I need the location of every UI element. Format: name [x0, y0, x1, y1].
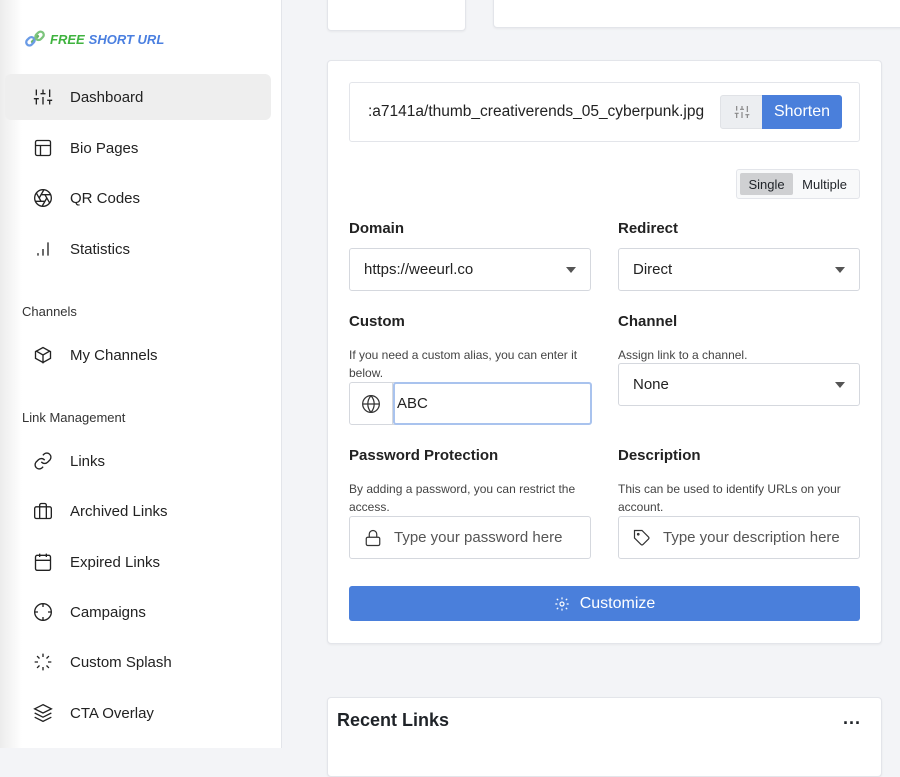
mode-multiple[interactable]: Multiple: [793, 173, 856, 195]
mode-single[interactable]: Single: [740, 173, 794, 195]
sidebar-item-dashboard[interactable]: Dashboard: [5, 74, 271, 120]
lock-icon: [365, 529, 381, 546]
recent-links-title: Recent Links: [337, 710, 450, 730]
url-input[interactable]: :a7141a/thumb_creativerends_05_cyberpunk…: [368, 103, 704, 121]
password-help: By adding a password, you can restrict t…: [349, 482, 576, 514]
shorten-form-card: :a7141a/thumb_creativerends_05_cyberpunk…: [327, 60, 882, 644]
sidebar-item-cta-overlay[interactable]: CTA Overlay: [5, 690, 271, 736]
password-placeholder: Type your password here: [394, 529, 563, 546]
sidebar-item-statistics[interactable]: Statistics: [5, 226, 271, 272]
sidebar-item-my-channels[interactable]: My Channels: [5, 332, 271, 378]
link-icon: [34, 452, 52, 470]
recent-links-card: Recent Links ...: [327, 697, 882, 777]
top-chart-card: [493, 0, 900, 28]
chevron-down-icon: [566, 267, 576, 273]
top-stat-card: [327, 0, 466, 31]
more-menu-icon[interactable]: ...: [843, 708, 861, 729]
custom-input-group: ABC: [349, 382, 592, 425]
sidebar-item-label: Campaigns: [70, 603, 146, 621]
sidebar-item-custom-splash[interactable]: Custom Splash: [5, 639, 271, 685]
tag-icon: [633, 529, 650, 545]
sidebar-item-campaigns[interactable]: Campaigns: [5, 589, 271, 635]
channel-value: None: [633, 376, 669, 393]
sidebar-item-label: Bio Pages: [70, 139, 139, 157]
chevron-down-icon: [835, 267, 845, 273]
logo-word1: FREE: [50, 31, 85, 47]
redirect-select[interactable]: Direct: [618, 248, 860, 291]
channel-select[interactable]: None: [618, 363, 860, 406]
mode-toggle: Single Multiple: [736, 169, 860, 199]
sliders-icon: [734, 106, 749, 118]
link-logo-icon: [25, 30, 45, 47]
sidebar-item-links[interactable]: Links: [5, 438, 271, 484]
redirect-value: Direct: [633, 261, 673, 278]
sidebar: FREE SHORT URL Dashboard Bio Pages QR Co…: [0, 0, 282, 748]
domain-select[interactable]: https://weeurl.co: [349, 248, 591, 291]
sidebar-item-qr-codes[interactable]: QR Codes: [5, 175, 271, 221]
sidebar-item-label: QR Codes: [70, 189, 141, 207]
gear-icon: [555, 596, 569, 611]
sidebar-item-label: Statistics: [70, 240, 131, 258]
custom-alias-input[interactable]: ABC: [393, 382, 592, 425]
description-label: Description: [618, 447, 701, 464]
layers-icon: [33, 703, 53, 723]
custom-help: If you need a custom alias, you can ente…: [349, 348, 578, 380]
url-input-group: :a7141a/thumb_creativerends_05_cyberpunk…: [349, 82, 860, 142]
sidebar-item-label: Archived Links: [70, 502, 168, 520]
redirect-label: Redirect: [618, 220, 679, 237]
layout-icon: [34, 139, 52, 157]
description-input[interactable]: Type your description here: [618, 516, 860, 559]
password-label: Password Protection: [349, 447, 499, 464]
bar-chart-icon: [37, 242, 49, 256]
domain-value: https://weeurl.co: [364, 261, 474, 278]
password-input[interactable]: Type your password here: [349, 516, 591, 559]
sidebar-item-label: Dashboard: [70, 88, 144, 106]
sidebar-item-label: Custom Splash: [70, 653, 172, 671]
channels-heading: Channels: [22, 304, 77, 319]
briefcase-icon: [34, 502, 52, 520]
link-management-heading: Link Management: [22, 410, 126, 425]
logo[interactable]: FREE SHORT URL: [24, 28, 164, 50]
sliders-icon: [33, 89, 53, 105]
sidebar-item-label: My Channels: [70, 346, 158, 364]
sidebar-item-label: Expired Links: [70, 553, 161, 571]
chevron-down-icon: [835, 382, 845, 388]
custom-label: Custom: [349, 313, 405, 330]
box-icon: [34, 346, 52, 364]
loader-icon: [34, 653, 52, 671]
channel-help: Assign link to a channel.: [618, 348, 748, 362]
crosshair-icon: [34, 603, 52, 621]
sidebar-item-label: Links: [70, 452, 106, 470]
domain-label: Domain: [349, 220, 405, 237]
sidebar-item-bio-pages[interactable]: Bio Pages: [5, 125, 271, 171]
calendar-icon: [34, 553, 52, 571]
settings-button[interactable]: [720, 95, 763, 129]
sidebar-item-label: CTA Overlay: [70, 704, 154, 722]
description-help: This can be used to identify URLs on you…: [618, 482, 841, 514]
description-placeholder: Type your description here: [663, 529, 840, 546]
channel-label: Channel: [618, 313, 678, 330]
customize-button[interactable]: Customize: [349, 586, 860, 621]
shorten-button[interactable]: Shorten: [762, 95, 842, 129]
sidebar-item-archived-links[interactable]: Archived Links: [5, 488, 271, 534]
customize-label: Customize: [579, 594, 656, 612]
globe-icon: [350, 383, 393, 424]
logo-word2: SHORT URL: [88, 31, 165, 47]
sidebar-item-expired-links[interactable]: Expired Links: [5, 539, 271, 585]
aperture-icon: [34, 189, 52, 207]
